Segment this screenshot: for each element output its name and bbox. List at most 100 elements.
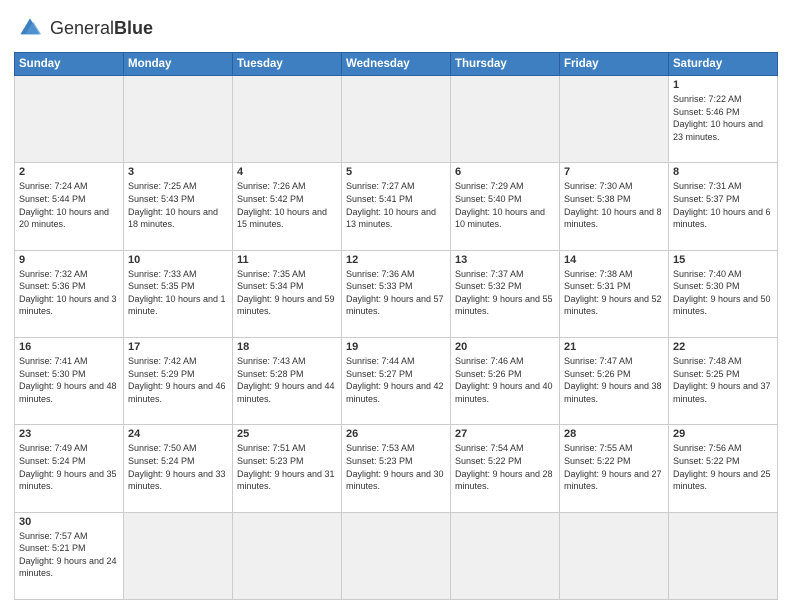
day-number: 1 [673, 79, 773, 91]
day-number: 17 [128, 341, 228, 353]
calendar-header-row: SundayMondayTuesdayWednesdayThursdayFrid… [15, 53, 778, 76]
calendar-cell [451, 512, 560, 599]
calendar-cell: 6 Sunrise: 7:29 AM Sunset: 5:40 PM Daylig… [451, 163, 560, 250]
day-number: 5 [346, 166, 446, 178]
calendar-cell: 20Sunrise: 7:46 AM Sunset: 5:26 PM Dayli… [451, 337, 560, 424]
calendar-cell: 28Sunrise: 7:55 AM Sunset: 5:22 PM Dayli… [560, 425, 669, 512]
calendar-header-sunday: Sunday [15, 53, 124, 76]
day-info: Sunrise: 7:51 AM Sunset: 5:23 PM Dayligh… [237, 442, 337, 492]
calendar-header-saturday: Saturday [669, 53, 778, 76]
generalblue-logo-icon [14, 12, 46, 44]
day-number: 16 [19, 341, 119, 353]
calendar-week-row: 30 Sunrise: 7:57 AM Sunset: 5:21 PM Dayli… [15, 512, 778, 599]
day-number: 6 [455, 166, 555, 178]
calendar-cell: 23Sunrise: 7:49 AM Sunset: 5:24 PM Dayli… [15, 425, 124, 512]
day-number: 26 [346, 428, 446, 440]
day-info: Sunrise: 7:40 AM Sunset: 5:30 PM Dayligh… [673, 268, 773, 318]
calendar-cell [15, 76, 124, 163]
calendar-cell: 7 Sunrise: 7:30 AM Sunset: 5:38 PM Daylig… [560, 163, 669, 250]
day-info: Sunrise: 7:24 AM Sunset: 5:44 PM Dayligh… [19, 180, 119, 230]
day-info: Sunrise: 7:54 AM Sunset: 5:22 PM Dayligh… [455, 442, 555, 492]
calendar-cell [233, 76, 342, 163]
day-number: 9 [19, 254, 119, 266]
calendar-cell: 14 Sunrise: 7:38 AM Sunset: 5:31 PM Dayli… [560, 250, 669, 337]
calendar-cell: 8Sunrise: 7:31 AM Sunset: 5:37 PM Daylig… [669, 163, 778, 250]
day-number: 30 [19, 516, 119, 528]
calendar-week-row: 16 Sunrise: 7:41 AM Sunset: 5:30 PM Dayli… [15, 337, 778, 424]
day-number: 4 [237, 166, 337, 178]
day-info: Sunrise: 7:38 AM Sunset: 5:31 PM Dayligh… [564, 268, 664, 318]
calendar-cell [560, 512, 669, 599]
day-number: 14 [564, 254, 664, 266]
day-info: Sunrise: 7:35 AM Sunset: 5:34 PM Dayligh… [237, 268, 337, 318]
calendar-header-wednesday: Wednesday [342, 53, 451, 76]
calendar-cell: 21 Sunrise: 7:47 AM Sunset: 5:26 PM Dayli… [560, 337, 669, 424]
calendar-cell: 22 Sunrise: 7:48 AM Sunset: 5:25 PM Dayli… [669, 337, 778, 424]
day-info: Sunrise: 7:46 AM Sunset: 5:26 PM Dayligh… [455, 355, 555, 405]
day-info: Sunrise: 7:48 AM Sunset: 5:25 PM Dayligh… [673, 355, 773, 405]
day-info: Sunrise: 7:47 AM Sunset: 5:26 PM Dayligh… [564, 355, 664, 405]
header: GeneralBlue [14, 12, 778, 44]
calendar-cell: 30 Sunrise: 7:57 AM Sunset: 5:21 PM Dayli… [15, 512, 124, 599]
calendar-cell: 16 Sunrise: 7:41 AM Sunset: 5:30 PM Dayli… [15, 337, 124, 424]
day-info: Sunrise: 7:29 AM Sunset: 5:40 PM Dayligh… [455, 180, 555, 230]
calendar-header-tuesday: Tuesday [233, 53, 342, 76]
day-number: 19 [346, 341, 446, 353]
logo: GeneralBlue [14, 12, 153, 44]
calendar-cell [342, 76, 451, 163]
day-info: Sunrise: 7:26 AM Sunset: 5:42 PM Dayligh… [237, 180, 337, 230]
calendar-cell [124, 512, 233, 599]
calendar-cell [560, 76, 669, 163]
day-number: 21 [564, 341, 664, 353]
day-number: 18 [237, 341, 337, 353]
day-info: Sunrise: 7:30 AM Sunset: 5:38 PM Dayligh… [564, 180, 664, 230]
day-info: Sunrise: 7:37 AM Sunset: 5:32 PM Dayligh… [455, 268, 555, 318]
calendar-week-row: 1Sunrise: 7:22 AM Sunset: 5:46 PM Daylig… [15, 76, 778, 163]
day-info: Sunrise: 7:33 AM Sunset: 5:35 PM Dayligh… [128, 268, 228, 318]
day-info: Sunrise: 7:36 AM Sunset: 5:33 PM Dayligh… [346, 268, 446, 318]
day-info: Sunrise: 7:43 AM Sunset: 5:28 PM Dayligh… [237, 355, 337, 405]
day-info: Sunrise: 7:57 AM Sunset: 5:21 PM Dayligh… [19, 530, 119, 580]
day-number: 8 [673, 166, 773, 178]
day-info: Sunrise: 7:27 AM Sunset: 5:41 PM Dayligh… [346, 180, 446, 230]
calendar-cell: 29 Sunrise: 7:56 AM Sunset: 5:22 PM Dayli… [669, 425, 778, 512]
page: GeneralBlue SundayMondayTuesdayWednesday… [0, 0, 792, 612]
day-number: 29 [673, 428, 773, 440]
day-number: 28 [564, 428, 664, 440]
calendar-cell: 18 Sunrise: 7:43 AM Sunset: 5:28 PM Dayli… [233, 337, 342, 424]
day-info: Sunrise: 7:25 AM Sunset: 5:43 PM Dayligh… [128, 180, 228, 230]
logo-text: GeneralBlue [50, 18, 153, 39]
day-info: Sunrise: 7:41 AM Sunset: 5:30 PM Dayligh… [19, 355, 119, 405]
calendar-cell: 15Sunrise: 7:40 AM Sunset: 5:30 PM Dayli… [669, 250, 778, 337]
day-info: Sunrise: 7:44 AM Sunset: 5:27 PM Dayligh… [346, 355, 446, 405]
day-number: 24 [128, 428, 228, 440]
calendar-week-row: 9 Sunrise: 7:32 AM Sunset: 5:36 PM Daylig… [15, 250, 778, 337]
calendar-cell: 11 Sunrise: 7:35 AM Sunset: 5:34 PM Dayli… [233, 250, 342, 337]
calendar-cell: 1Sunrise: 7:22 AM Sunset: 5:46 PM Daylig… [669, 76, 778, 163]
day-info: Sunrise: 7:42 AM Sunset: 5:29 PM Dayligh… [128, 355, 228, 405]
calendar-cell: 12Sunrise: 7:36 AM Sunset: 5:33 PM Dayli… [342, 250, 451, 337]
day-number: 13 [455, 254, 555, 266]
calendar-cell: 26 Sunrise: 7:53 AM Sunset: 5:23 PM Dayli… [342, 425, 451, 512]
calendar-week-row: 2Sunrise: 7:24 AM Sunset: 5:44 PM Daylig… [15, 163, 778, 250]
calendar-cell: 5 Sunrise: 7:27 AM Sunset: 5:41 PM Daylig… [342, 163, 451, 250]
calendar-cell: 27 Sunrise: 7:54 AM Sunset: 5:22 PM Dayli… [451, 425, 560, 512]
day-info: Sunrise: 7:32 AM Sunset: 5:36 PM Dayligh… [19, 268, 119, 318]
calendar-cell [669, 512, 778, 599]
calendar-cell: 24Sunrise: 7:50 AM Sunset: 5:24 PM Dayli… [124, 425, 233, 512]
calendar-cell: 25Sunrise: 7:51 AM Sunset: 5:23 PM Dayli… [233, 425, 342, 512]
calendar-header-friday: Friday [560, 53, 669, 76]
day-number: 3 [128, 166, 228, 178]
day-info: Sunrise: 7:53 AM Sunset: 5:23 PM Dayligh… [346, 442, 446, 492]
day-number: 7 [564, 166, 664, 178]
calendar-cell: 19 Sunrise: 7:44 AM Sunset: 5:27 PM Dayli… [342, 337, 451, 424]
day-number: 27 [455, 428, 555, 440]
calendar-cell [451, 76, 560, 163]
calendar-header-monday: Monday [124, 53, 233, 76]
day-number: 11 [237, 254, 337, 266]
day-info: Sunrise: 7:56 AM Sunset: 5:22 PM Dayligh… [673, 442, 773, 492]
calendar-cell [342, 512, 451, 599]
day-number: 22 [673, 341, 773, 353]
calendar-cell [124, 76, 233, 163]
calendar-cell: 13 Sunrise: 7:37 AM Sunset: 5:32 PM Dayli… [451, 250, 560, 337]
